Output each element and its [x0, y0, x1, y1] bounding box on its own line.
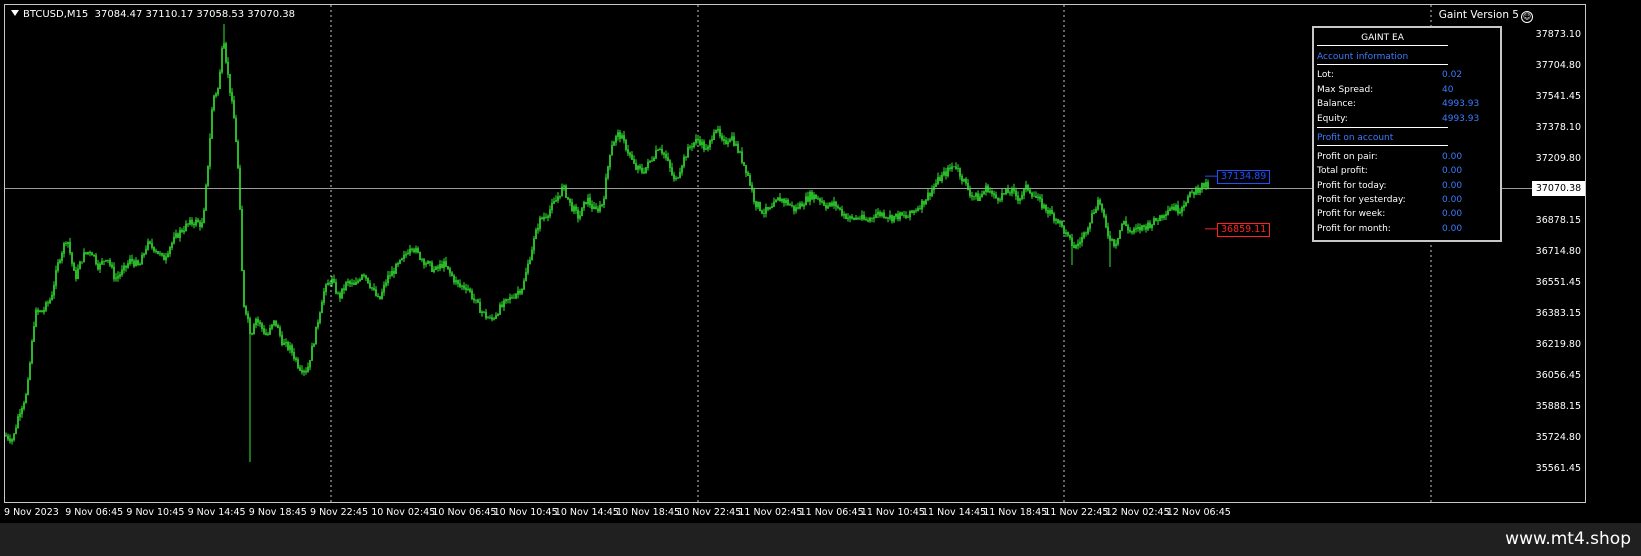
- row-label: Profit for month:: [1317, 223, 1391, 234]
- time-tick-label: 9 Nov 10:45: [126, 507, 185, 518]
- profit-row: Profit for yesterday: 0.00: [1317, 195, 1497, 205]
- time-tick-label: 10 Nov 22:45: [677, 507, 742, 518]
- price-tick-label: 36383.15: [1535, 308, 1581, 319]
- ohlc-values: 37084.47 37110.17 37058.53 37070.38: [94, 9, 296, 20]
- account-row: Balance: 4993.93: [1317, 99, 1497, 109]
- account-row: Max Spread: 40: [1317, 85, 1497, 95]
- chart-area[interactable]: BTCUSD,M15 37084.47 37110.17 37058.53 37…: [4, 4, 1586, 503]
- row-value: 0.00: [1442, 209, 1463, 220]
- current-price-tag: 37070.38: [1532, 181, 1585, 196]
- price-tick-label: 35724.80: [1535, 432, 1581, 443]
- footer-bar: www.mt4.shop: [0, 523, 1641, 556]
- time-tick-label: 9 Nov 22:45: [310, 507, 369, 518]
- price-tick-label: 37209.80: [1535, 153, 1581, 164]
- time-tick-label: 11 Nov 22:45: [1044, 507, 1109, 518]
- time-tick-label: 12 Nov 06:45: [1166, 507, 1231, 518]
- time-tick-label: 9 Nov 2023: [4, 507, 59, 518]
- time-tick-label: 11 Nov 18:45: [983, 507, 1048, 518]
- sell-level-label[interactable]: 36859.11: [1217, 223, 1271, 237]
- smiley-icon: ☺: [1521, 11, 1533, 23]
- profit-row: Profit for month: 0.00: [1317, 224, 1497, 234]
- ea-info-panel: GAINT EA Account information Lot: 0.02 Max…: [1312, 26, 1502, 242]
- time-tick-label: 10 Nov 06:45: [432, 507, 497, 518]
- symbol-header: BTCUSD,M15 37084.47 37110.17 37058.53 37…: [11, 9, 295, 20]
- row-label: Max Spread:: [1317, 84, 1374, 95]
- time-tick-label: 9 Nov 06:45: [65, 507, 124, 518]
- row-label: Total profit:: [1317, 166, 1368, 177]
- time-tick-label: 10 Nov 10:45: [493, 507, 558, 518]
- time-axis: 9 Nov 2023 9 Nov 06:45 9 Nov 10:45 9 Nov 14…: [4, 503, 1586, 523]
- price-tick-label: 37378.10: [1535, 122, 1581, 133]
- row-label: Balance:: [1317, 99, 1356, 109]
- price-tick-label: 35561.45: [1535, 463, 1581, 474]
- profit-row: Total profit: 0.00: [1317, 166, 1497, 176]
- price-tick-label: 36878.15: [1535, 215, 1581, 226]
- account-info-heading: Account information: [1317, 52, 1448, 65]
- price-tick-label: 36714.80: [1535, 246, 1581, 257]
- time-tick-label: 10 Nov 02:45: [371, 507, 436, 518]
- chevron-down-icon[interactable]: [11, 10, 19, 16]
- time-tick-label: 10 Nov 14:45: [554, 507, 619, 518]
- price-tick-label: 36219.80: [1535, 339, 1581, 350]
- price-tick-label: 36056.45: [1535, 370, 1581, 381]
- row-label: Profit on pair:: [1317, 152, 1378, 162]
- time-tick-label: 9 Nov 14:45: [187, 507, 246, 518]
- row-value: 40: [1442, 84, 1454, 95]
- row-value: 0.00: [1442, 180, 1463, 191]
- row-value: 0.00: [1442, 152, 1463, 162]
- price-tick-label: 37541.45: [1535, 91, 1581, 102]
- row-value: 0.02: [1442, 70, 1463, 80]
- profit-heading: Profit on account: [1317, 133, 1448, 146]
- profit-row: Profit for today: 0.00: [1317, 181, 1497, 191]
- time-tick-label: 12 Nov 02:45: [1105, 507, 1170, 518]
- row-label: Equity:: [1317, 113, 1348, 124]
- ea-version-label: Gaint Version 5 ☺: [1439, 9, 1533, 23]
- price-axis: 37873.10 37704.80 37541.45 37378.10 37209.80…: [1530, 5, 1585, 502]
- ea-version-text: Gaint Version 5: [1438, 9, 1519, 21]
- row-value: 4993.93: [1442, 99, 1480, 109]
- price-tick-label: 37873.10: [1535, 29, 1581, 40]
- time-tick-label: 11 Nov 14:45: [922, 507, 987, 518]
- price-tick-label: 37704.80: [1535, 60, 1581, 71]
- row-label: Profit for today:: [1317, 180, 1387, 191]
- price-tick-label: 35888.15: [1535, 401, 1581, 412]
- profit-row: Profit on pair: 0.00: [1317, 152, 1497, 162]
- candles: [5, 24, 1209, 462]
- row-label: Profit for week:: [1317, 209, 1386, 220]
- row-label: Lot:: [1317, 70, 1334, 80]
- time-tick-label: 11 Nov 02:45: [738, 507, 803, 518]
- separator: [1317, 127, 1448, 128]
- time-tick-label: 9 Nov 18:45: [248, 507, 307, 518]
- profit-row: Profit for week: 0.00: [1317, 209, 1497, 219]
- symbol-name: BTCUSD,M15: [23, 9, 89, 20]
- row-value: 0.00: [1442, 223, 1463, 234]
- price-tick-label: 36551.45: [1535, 277, 1581, 288]
- row-value: 4993.93: [1442, 113, 1480, 124]
- buy-level-label[interactable]: 37134.89: [1217, 170, 1271, 184]
- time-tick-label: 11 Nov 06:45: [799, 507, 864, 518]
- row-value: 0.00: [1442, 194, 1463, 205]
- time-tick-label: 10 Nov 18:45: [616, 507, 681, 518]
- watermark: www.mt4.shop: [1505, 529, 1631, 549]
- account-row: Equity: 4993.93: [1317, 114, 1497, 124]
- row-label: Profit for yesterday:: [1317, 194, 1406, 205]
- row-value: 0.00: [1442, 166, 1463, 177]
- ea-panel-title: GAINT EA: [1317, 33, 1448, 46]
- time-tick-label: 11 Nov 10:45: [860, 507, 925, 518]
- account-row: Lot: 0.02: [1317, 70, 1497, 80]
